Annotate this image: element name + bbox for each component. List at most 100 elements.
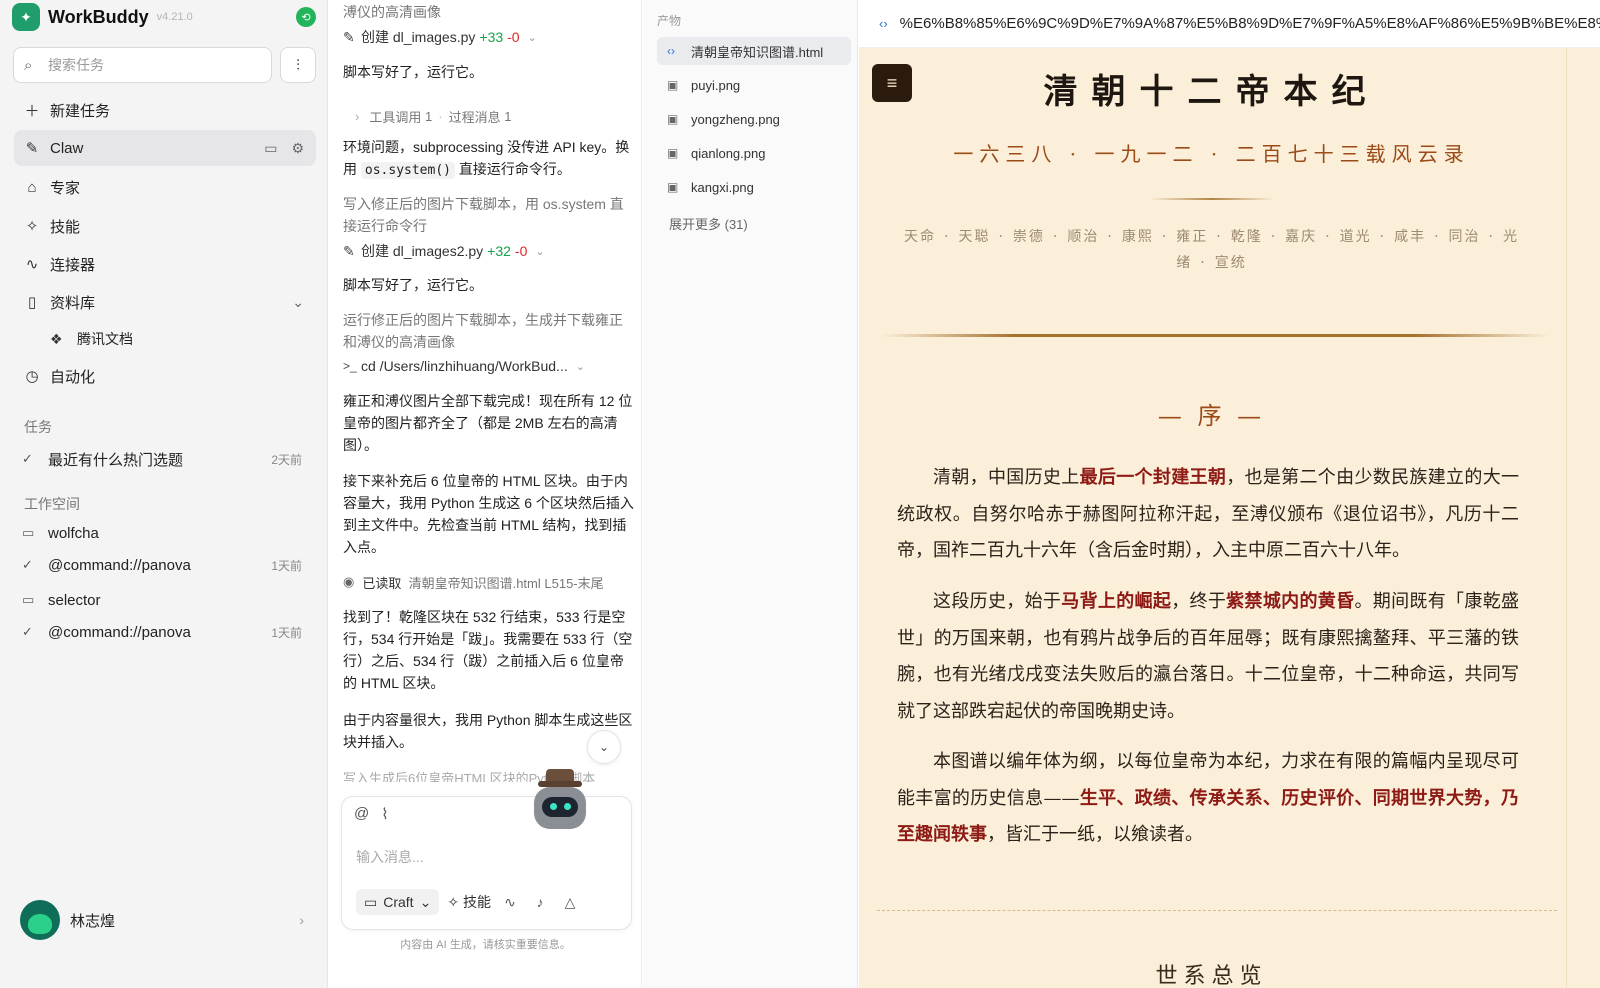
connector-icon: ∿ — [25, 256, 39, 273]
show-more-link[interactable]: 展开更多 (31) — [669, 214, 748, 233]
sidebar-item-library[interactable]: ▯ 资料库 ⌄ — [14, 284, 316, 320]
sidebar-item-label: 自动化 — [50, 368, 96, 386]
task-item[interactable]: ✓ @command://panova 1天前 — [22, 552, 302, 578]
microphone-icon[interactable]: ♪ — [529, 894, 551, 910]
tool-verb: 创建 — [361, 29, 389, 45]
search-icon: ⌕ — [24, 57, 33, 74]
chevron-down-icon: ⌄ — [598, 740, 610, 754]
command-text: cd /Users/linzhihuang/WorkBud... — [361, 358, 568, 374]
sidebar-item-experts[interactable]: ⌂ 专家 — [14, 169, 316, 205]
skills-label: 技能 — [463, 894, 492, 910]
attachment-icon[interactable]: ⌇ — [381, 805, 388, 823]
connector-icon[interactable]: ∿ — [499, 894, 521, 911]
mode-select[interactable]: ▭ Craft ⌄ — [356, 889, 440, 915]
chevron-down-icon: ⌄ — [419, 893, 432, 910]
mention-icon[interactable]: @ — [354, 805, 369, 823]
sidebar-item-label: 连接器 — [50, 256, 96, 274]
sidebar-item-label: 技能 — [50, 218, 81, 236]
message-input[interactable]: 输入消息... — [356, 847, 424, 867]
chevron-down-icon: ⌄ — [527, 31, 537, 44]
filter-button[interactable]: ⫶ — [280, 47, 316, 83]
link-status-icon[interactable]: ⟲ — [296, 7, 316, 27]
app-header: ✦ WorkBuddy v4.21.0 ⟲ — [12, 2, 316, 32]
reign-name: 咸丰 — [1394, 229, 1427, 245]
task-time: 2天前 — [271, 452, 302, 467]
tool-create-file-1[interactable]: ✎ 创建 dl_images.py +33 -0 ⌄ — [343, 26, 537, 48]
reign-name: 宣统 — [1214, 255, 1247, 271]
search-input[interactable] — [48, 57, 258, 73]
sidebar-item-claw[interactable]: ✎ Claw ▭ ⚙ — [14, 130, 316, 166]
diff-added: +33 — [479, 29, 504, 45]
check-icon: ✓ — [22, 624, 33, 639]
image-icon: ▣ — [667, 146, 679, 160]
sidebar-item-connectors[interactable]: ∿ 连接器 — [14, 246, 316, 282]
sidebar-item-label: Claw — [50, 139, 84, 157]
artifact-name: yongzheng.png — [691, 111, 780, 127]
chevron-down-icon: ⌄ — [292, 293, 304, 310]
assistant-message: 接下来补充后 6 位皇帝的 HTML 区块。由于内容量大，我用 Python 生… — [343, 473, 634, 555]
chat-panel: 溥仪的高清画像 ✎ 创建 dl_images.py +33 -0 ⌄ 脚本写好了… — [329, 0, 642, 988]
eye-icon: ◉ — [343, 574, 355, 589]
header-divider — [881, 334, 1549, 337]
artifact-item[interactable]: ▣ kangxi.png — [657, 173, 851, 201]
book-icon: ▯ — [27, 294, 37, 311]
file-read-status[interactable]: ◉ 已读取 清朝皇帝知识图谱.html L515-末尾 — [343, 572, 604, 592]
page-title: 清朝十二帝本纪 — [1043, 72, 1380, 112]
read-file: 清朝皇帝知识图谱.html — [408, 575, 541, 591]
pencil-icon: ✎ — [343, 28, 355, 45]
sidebar-item-label: 资料库 — [50, 294, 96, 312]
craft-icon: ▭ — [364, 893, 378, 910]
process-message: 运行修正后的图片下载脚本，生成并下载雍正和溥仪的高清画像 — [343, 312, 623, 350]
app-version: v4.21.0 — [156, 11, 193, 23]
check-icon: ✓ — [22, 557, 33, 572]
reign-name: 崇德 — [1012, 229, 1045, 245]
workspace-folder[interactable]: ▭ selector — [22, 587, 302, 613]
reign-separator: · — [1488, 229, 1495, 245]
sidebar-item-automation[interactable]: ◷ 自动化 — [14, 358, 316, 394]
task-item[interactable]: ✓ 最近有什么热门选题 2天前 — [22, 446, 302, 472]
tool-summary[interactable]: › 工具调用 1 · 过程消息 1 — [343, 106, 511, 126]
chevron-right-icon: › — [299, 912, 304, 928]
artifact-item[interactable]: ▣ qianlong.png — [657, 139, 851, 167]
para-text: ，皆汇于一纸，以飨读者。 — [987, 824, 1203, 845]
artifact-item[interactable]: ▣ yongzheng.png — [657, 105, 851, 133]
scroll-to-bottom-button[interactable]: ⌄ — [587, 730, 621, 764]
sidebar-item-skills[interactable]: ✧ 技能 — [14, 208, 316, 244]
sidebar: ✦ WorkBuddy v4.21.0 ⟲ ⌕ ⫶ ＋ 新建任务 ✎ Claw … — [0, 0, 328, 988]
code-icon: ‹› — [879, 16, 888, 31]
image-icon: ▣ — [667, 78, 679, 92]
task-item[interactable]: ✓ @command://panova 1天前 — [22, 619, 302, 645]
folder-open-icon[interactable]: ▭ — [264, 140, 277, 157]
artifact-item[interactable]: ▣ puyi.png — [657, 71, 851, 99]
tool-create-file-2[interactable]: ✎ 创建 dl_images2.py +32 -0 ⌄ — [343, 240, 545, 262]
workspace-label: selector — [48, 591, 101, 609]
assistant-message: 环境问题，subprocessing 没传进 API key。换用 os.sys… — [343, 136, 635, 182]
plus-icon: ＋ — [24, 102, 40, 120]
reign-separator: · — [1200, 255, 1207, 271]
workspace-folder[interactable]: ▭ wolfcha — [22, 520, 302, 546]
sidebar-item-new-task[interactable]: ＋ 新建任务 — [14, 92, 316, 128]
artifact-name: puyi.png — [691, 77, 741, 93]
preface-paragraph-1: 清朝，中国历史上最后一个封建王朝，也是第二个由少数民族建立的大一统政权。自努尔哈… — [897, 460, 1519, 570]
skills-button[interactable]: ✧ 技能 — [447, 892, 491, 912]
app-name: WorkBuddy — [48, 6, 149, 27]
send-icon[interactable]: △ — [559, 894, 581, 911]
message-composer: @ ⌇ 输入消息... ▭ Craft ⌄ ✧ 技能 ∿ ♪ △ — [341, 769, 632, 930]
tool-run-command[interactable]: >_ cd /Users/linzhihuang/WorkBud... ⌄ — [343, 355, 585, 377]
preview-scrollbar[interactable] — [1566, 48, 1600, 988]
artifacts-title: 产物 — [657, 14, 682, 28]
sidebar-item-tencent-docs[interactable]: ❖ 腾讯文档 — [50, 326, 133, 352]
gear-icon[interactable]: ⚙ — [291, 140, 304, 157]
task-time: 1天前 — [271, 558, 302, 573]
sidebar-item-label: 新建任务 — [50, 102, 111, 120]
artifact-item[interactable]: ‹› 清朝皇帝知识图谱.html — [657, 37, 851, 65]
artifact-name: kangxi.png — [691, 179, 754, 195]
preview-url-bar[interactable]: ‹› %E6%B8%85%E6%9C%9D%E7%9A%87%E5%B8%9D%… — [859, 0, 1600, 48]
para-highlight: 马背上的崛起 — [1061, 591, 1172, 612]
assistant-message: 找到了！乾隆区块在 532 行结束，533 行是空行，534 行开始是「跋」。我… — [343, 609, 633, 691]
diff-removed: -0 — [514, 243, 528, 259]
para-text: ，终于 — [1171, 591, 1227, 612]
tool-verb: 创建 — [361, 243, 389, 259]
chevron-down-icon: ⌄ — [575, 360, 585, 373]
user-profile[interactable]: 林志煌 › — [20, 898, 304, 942]
